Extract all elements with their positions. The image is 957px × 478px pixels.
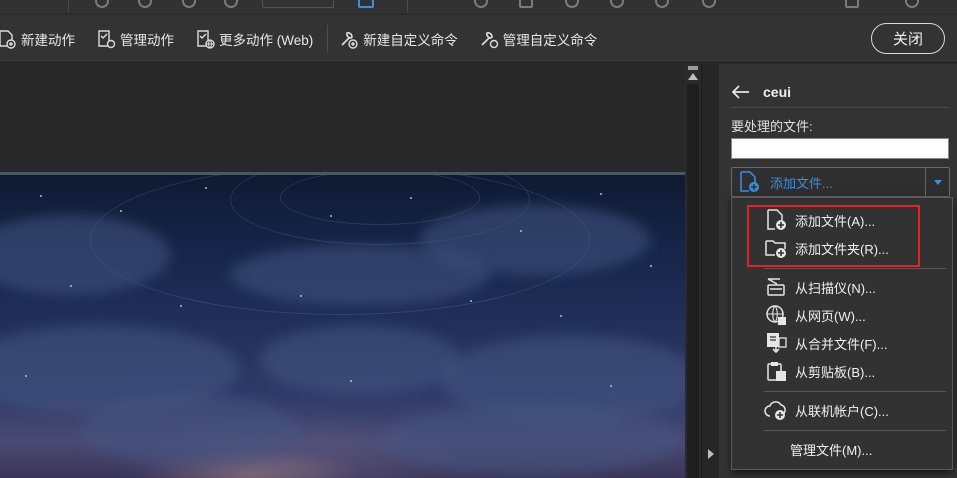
- manage-custom-commands-label: 管理自定义命令: [502, 32, 598, 48]
- menu-item-label: 从扫描仪(N)...: [795, 280, 876, 296]
- menu-item-from-web-page[interactable]: 从网页(W)...: [732, 302, 952, 328]
- menu-item-manage-files[interactable]: 管理文件(M)...: [732, 436, 952, 462]
- toolbar-icon-partial[interactable]: [182, 0, 196, 8]
- manage-actions-icon: [95, 28, 117, 50]
- manage-actions-label: 管理动作: [120, 32, 174, 48]
- new-custom-command-button[interactable]: 新建自定义命令: [338, 23, 464, 55]
- vertical-scrollbar[interactable]: [685, 64, 701, 478]
- add-file-icon: [764, 208, 788, 232]
- menu-separator: [764, 430, 946, 431]
- toolbar-icon-partial[interactable]: [702, 0, 716, 8]
- menu-item-label: 从合并文件(F)...: [795, 336, 888, 352]
- toolbar-separator: [327, 24, 329, 53]
- expand-arrow-icon[interactable]: [708, 449, 714, 459]
- toolbar-icon-partial[interactable]: [845, 0, 859, 8]
- scrollbar-top-marker: [688, 66, 698, 70]
- add-files-dropdown-toggle[interactable]: [925, 168, 949, 196]
- top-toolbar-strip: [0, 0, 957, 15]
- add-file-icon: [738, 171, 760, 193]
- toolbar-separator: [68, 0, 69, 12]
- new-action-label: 新建动作: [21, 32, 75, 48]
- panel-header: ceui: [731, 80, 949, 108]
- menu-item-label: 管理文件(M)...: [790, 442, 873, 458]
- scroll-up-arrow-icon[interactable]: [688, 73, 698, 80]
- scrollbar-track[interactable]: [687, 84, 699, 478]
- toolbar-icon-partial[interactable]: [565, 0, 579, 8]
- toolbar-icon-partial[interactable]: [474, 0, 488, 8]
- add-files-button[interactable]: 添加文件...: [732, 168, 925, 196]
- new-custom-command-icon: [338, 28, 360, 50]
- close-button[interactable]: 关闭: [871, 23, 945, 54]
- toolbar-separator: [407, 0, 408, 12]
- files-to-process-field[interactable]: [731, 138, 949, 159]
- add-folder-icon: [764, 236, 788, 260]
- more-actions-web-label: 更多动作 (Web): [219, 32, 314, 48]
- back-arrow-icon[interactable]: [731, 82, 751, 102]
- select-tool-icon[interactable]: [358, 0, 374, 8]
- new-custom-command-label: 新建自定义命令: [363, 32, 458, 48]
- more-actions-web-icon: [194, 28, 216, 50]
- chevron-down-icon: [933, 179, 942, 185]
- add-files-dropdown-menu: 添加文件(A)... 添加文件夹(R)... 从扫描仪(N)... 从网页(W)…: [731, 197, 953, 470]
- manage-custom-commands-icon: [478, 28, 500, 50]
- menu-separator: [764, 268, 946, 269]
- toolbar-icon-partial[interactable]: [138, 0, 152, 8]
- menu-item-add-folder[interactable]: 添加文件夹(R)...: [732, 235, 952, 261]
- web-page-icon: [764, 303, 788, 327]
- cloud-account-icon: [764, 398, 788, 422]
- manage-custom-commands-button[interactable]: 管理自定义命令: [478, 23, 604, 55]
- panel-title: ceui: [763, 83, 792, 100]
- new-action-button[interactable]: 新建动作: [0, 23, 81, 55]
- clipboard-icon: [764, 359, 788, 383]
- toolbar-icon-partial[interactable]: [224, 0, 238, 8]
- menu-item-add-file[interactable]: 添加文件(A)...: [732, 207, 952, 233]
- zoom-field-partial[interactable]: [262, 0, 334, 8]
- files-to-process-label: 要处理的文件:: [731, 119, 813, 134]
- menu-item-label: 从网页(W)...: [795, 308, 866, 324]
- scanner-icon: [764, 275, 788, 299]
- toolbar-icon-partial[interactable]: [905, 0, 919, 8]
- menu-item-label: 从剪贴板(B)...: [795, 364, 876, 380]
- menu-item-from-scanner[interactable]: 从扫描仪(N)...: [732, 274, 952, 300]
- manage-actions-button[interactable]: 管理动作: [95, 23, 180, 55]
- combine-files-icon: [764, 331, 788, 355]
- menu-item-from-combine-files[interactable]: 从合并文件(F)...: [732, 330, 952, 356]
- toolbar-icon-partial[interactable]: [95, 0, 109, 8]
- toolbar-icon-partial[interactable]: [610, 0, 624, 8]
- menu-item-from-online-account[interactable]: 从联机帐户(C)...: [732, 397, 952, 423]
- document-page-image: [0, 172, 685, 478]
- toolbar-icon-partial[interactable]: [655, 0, 669, 8]
- menu-item-from-clipboard[interactable]: 从剪贴板(B)...: [732, 358, 952, 384]
- add-files-split-button: 添加文件...: [731, 167, 950, 197]
- add-files-label: 添加文件...: [770, 175, 833, 191]
- new-action-icon: [0, 28, 18, 50]
- action-wizard-toolbar: 新建动作 管理动作 更多动作 (Web) 新建自定义命令 管理自定义命令 关闭: [0, 15, 957, 63]
- toolbar-icon-partial[interactable]: [519, 0, 533, 8]
- more-actions-web-button[interactable]: 更多动作 (Web): [194, 23, 319, 55]
- document-view[interactable]: [0, 64, 685, 478]
- menu-item-label: 添加文件夹(R)...: [795, 241, 889, 257]
- menu-item-label: 从联机帐户(C)...: [795, 403, 889, 419]
- panel-collapse-rail[interactable]: [701, 64, 719, 478]
- menu-separator: [764, 391, 946, 392]
- menu-item-label: 添加文件(A)...: [795, 213, 876, 229]
